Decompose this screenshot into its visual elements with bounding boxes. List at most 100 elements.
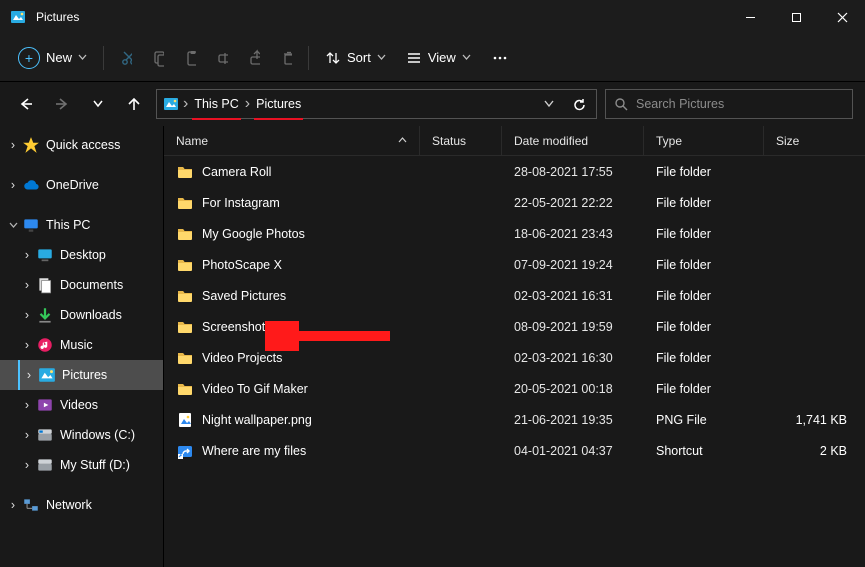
back-button[interactable] (12, 90, 40, 118)
chevron-down-icon (377, 53, 386, 62)
pictures-icon (38, 366, 56, 384)
forward-button[interactable] (48, 90, 76, 118)
file-list: Name Status Date modified Type Size Came… (164, 126, 865, 567)
search-input[interactable] (636, 97, 844, 111)
ellipsis-icon (491, 49, 509, 67)
separator (103, 46, 104, 70)
up-button[interactable] (120, 90, 148, 118)
main-area: › Quick access › OneDrive This PC › Desk… (0, 126, 865, 567)
copy-button[interactable] (142, 42, 174, 74)
table-row[interactable]: For Instagram22-05-2021 22:22File folder (164, 187, 865, 218)
breadcrumb-this-pc[interactable]: This PC (192, 95, 240, 113)
toolbar: + New Sort View (0, 34, 865, 82)
folder-icon (176, 194, 194, 212)
paste-button[interactable] (174, 42, 206, 74)
column-name[interactable]: Name (164, 126, 420, 155)
column-date[interactable]: Date modified (502, 126, 644, 155)
table-row[interactable]: Night wallpaper.png21-06-2021 19:35PNG F… (164, 404, 865, 435)
rename-icon (216, 49, 228, 67)
column-size[interactable]: Size (764, 126, 865, 155)
sidebar-item-music[interactable]: › Music (0, 330, 163, 360)
sidebar-item-label: Documents (60, 278, 123, 292)
sort-button[interactable]: Sort (315, 44, 396, 72)
chevron-right-icon: › (245, 95, 250, 113)
file-name: Saved Pictures (202, 289, 286, 303)
close-button[interactable] (819, 0, 865, 34)
more-button[interactable] (481, 43, 519, 73)
title-bar: Pictures (0, 0, 865, 34)
sidebar-item-downloads[interactable]: › Downloads (0, 300, 163, 330)
file-name: Night wallpaper.png (202, 413, 312, 427)
folder-icon (176, 287, 194, 305)
column-status[interactable]: Status (420, 126, 502, 155)
cut-button[interactable] (110, 42, 142, 74)
table-row[interactable]: My Google Photos18-06-2021 23:43File fol… (164, 218, 865, 249)
network-icon (22, 496, 40, 514)
table-row[interactable]: PhotoScape X07-09-2021 19:24File folder (164, 249, 865, 280)
sidebar-item-pictures[interactable]: › Pictures (0, 360, 163, 390)
sidebar-item-desktop[interactable]: › Desktop (0, 240, 163, 270)
file-type: File folder (644, 258, 764, 272)
app-icon (10, 9, 26, 25)
trash-icon (280, 49, 292, 67)
address-bar[interactable]: › This PC › Pictures (156, 89, 597, 119)
search-icon (614, 97, 628, 111)
refresh-button[interactable] (566, 91, 592, 117)
folder-icon (176, 163, 194, 181)
sidebar-item-network[interactable]: › Network (0, 490, 163, 520)
recent-button[interactable] (84, 90, 112, 118)
address-history-button[interactable] (536, 91, 562, 117)
sidebar-item-this-pc[interactable]: This PC (0, 210, 163, 240)
sidebar-item-videos[interactable]: › Videos (0, 390, 163, 420)
table-row[interactable]: Where are my files04-01-2021 04:37Shortc… (164, 435, 865, 466)
sidebar-item-quick-access[interactable]: › Quick access (0, 130, 163, 160)
file-type: File folder (644, 382, 764, 396)
sidebar-item-documents[interactable]: › Documents (0, 270, 163, 300)
sidebar-item-label: Music (60, 338, 93, 352)
file-date: 21-06-2021 19:35 (502, 413, 644, 427)
chevron-down-icon (462, 53, 471, 62)
file-name: Video Projects (202, 351, 282, 365)
minimize-button[interactable] (727, 0, 773, 34)
view-button[interactable]: View (396, 44, 481, 72)
file-date: 28-08-2021 17:55 (502, 165, 644, 179)
sidebar-item-label: OneDrive (46, 178, 99, 192)
column-type[interactable]: Type (644, 126, 764, 155)
sort-icon (325, 50, 341, 66)
sidebar-item-label: My Stuff (D:) (60, 458, 130, 472)
location-icon (163, 96, 179, 112)
new-button[interactable]: + New (8, 41, 97, 75)
table-row[interactable]: Screenshots08-09-2021 19:59File folder (164, 311, 865, 342)
file-name: My Google Photos (202, 227, 305, 241)
search-box[interactable] (605, 89, 853, 119)
sidebar-item-my-stuff-d[interactable]: › My Stuff (D:) (0, 450, 163, 480)
sidebar-item-windows-c[interactable]: › Windows (C:) (0, 420, 163, 450)
file-date: 02-03-2021 16:30 (502, 351, 644, 365)
sidebar-item-label: Videos (60, 398, 98, 412)
share-button[interactable] (238, 42, 270, 74)
scissors-icon (120, 49, 132, 67)
folder-icon (176, 256, 194, 274)
list-icon (406, 50, 422, 66)
table-row[interactable]: Saved Pictures02-03-2021 16:31File folde… (164, 280, 865, 311)
sidebar-item-onedrive[interactable]: › OneDrive (0, 170, 163, 200)
folder-icon (176, 318, 194, 336)
table-row[interactable]: Video Projects02-03-2021 16:30File folde… (164, 342, 865, 373)
separator (308, 46, 309, 70)
drive-icon (36, 456, 54, 474)
file-type: Shortcut (644, 444, 764, 458)
file-name: For Instagram (202, 196, 280, 210)
chevron-right-icon: › (18, 398, 36, 412)
chevron-right-icon: › (20, 368, 38, 382)
file-date: 07-09-2021 19:24 (502, 258, 644, 272)
file-name: Screenshots (202, 320, 271, 334)
table-row[interactable]: Video To Gif Maker20-05-2021 00:18File f… (164, 373, 865, 404)
table-row[interactable]: Camera Roll28-08-2021 17:55File folder (164, 156, 865, 187)
delete-button[interactable] (270, 42, 302, 74)
rename-button[interactable] (206, 42, 238, 74)
file-date: 22-05-2021 22:22 (502, 196, 644, 210)
maximize-button[interactable] (773, 0, 819, 34)
file-type: File folder (644, 165, 764, 179)
breadcrumb-pictures[interactable]: Pictures (254, 95, 303, 113)
chevron-right-icon: › (4, 178, 22, 192)
